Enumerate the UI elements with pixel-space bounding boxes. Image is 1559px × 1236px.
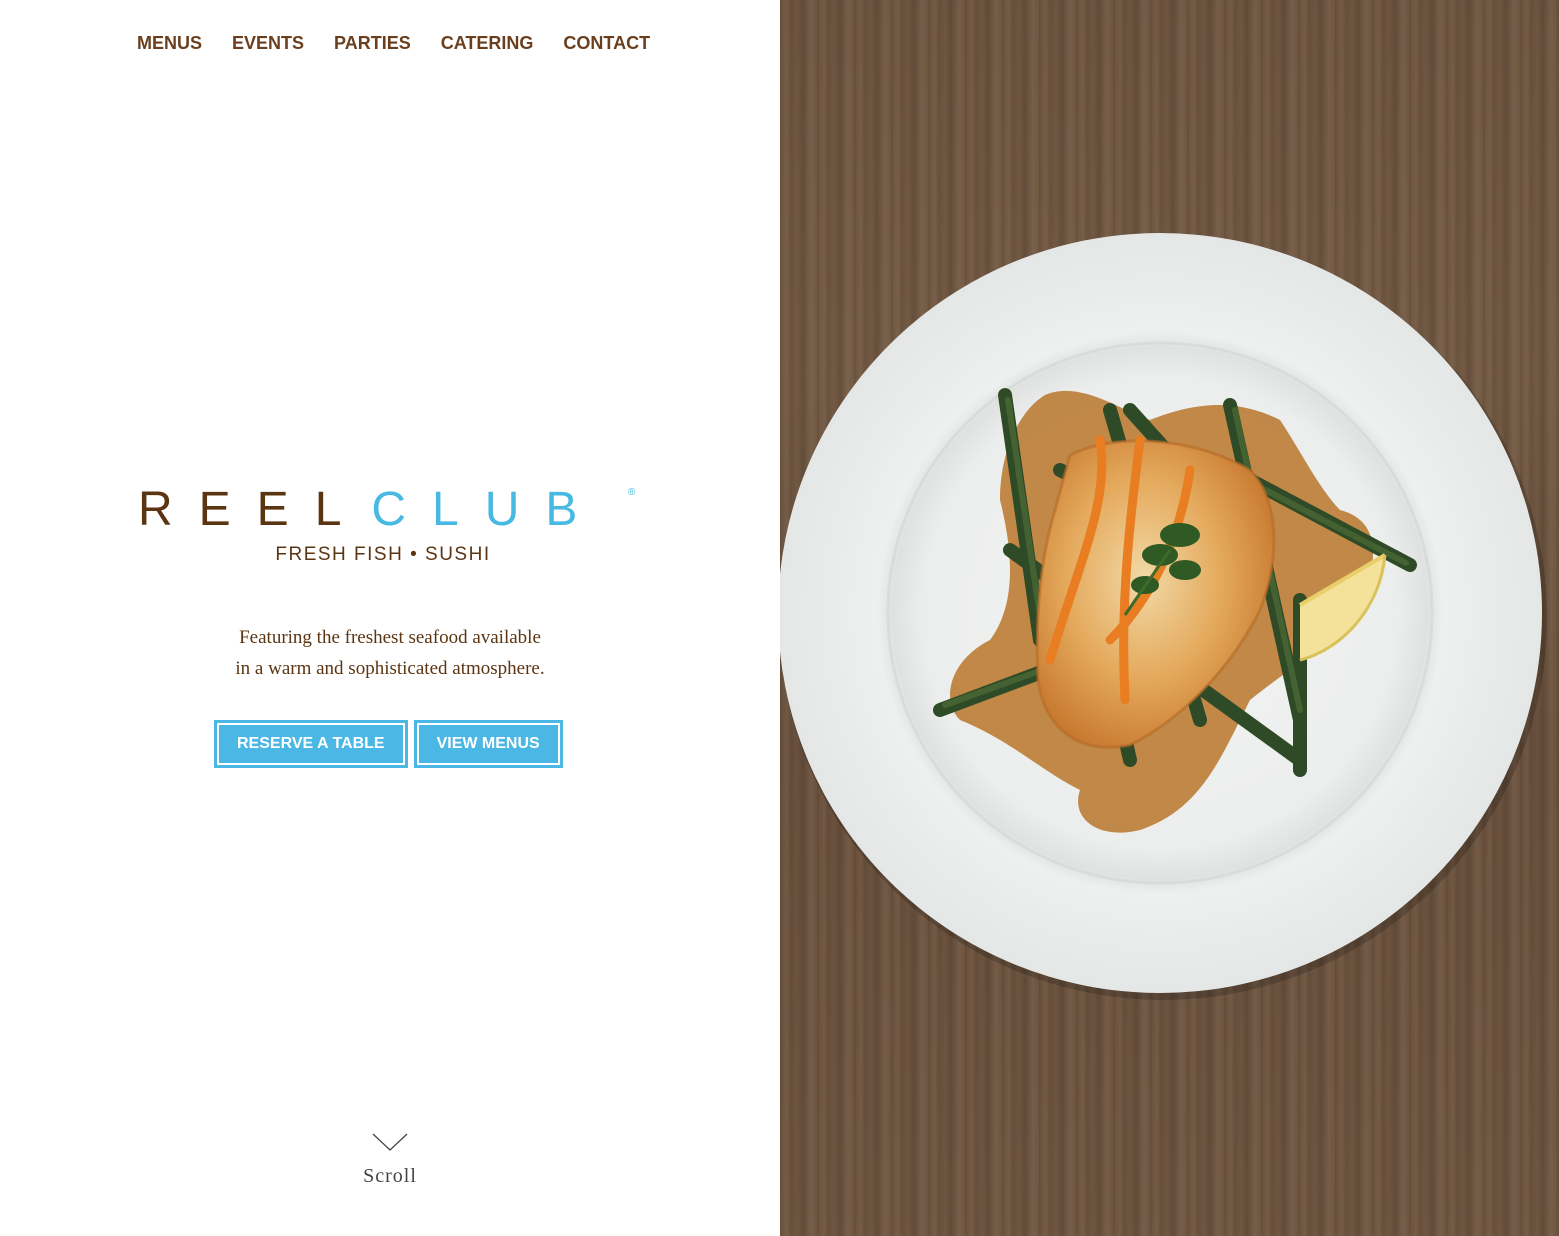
hero-photo — [780, 0, 1559, 1236]
page: MENUS EVENTS PARTIES CATERING CONTACT RE… — [0, 0, 1559, 1236]
nav-item-events[interactable]: EVENTS — [232, 33, 304, 54]
reserve-table-button[interactable]: RESERVE A TABLE — [214, 720, 408, 768]
nav-item-catering[interactable]: CATERING — [441, 33, 534, 54]
logo-tagline: FRESH FISH • SUSHI — [275, 544, 491, 565]
left-panel: MENUS EVENTS PARTIES CATERING CONTACT RE… — [0, 0, 780, 1236]
intro-line-2: in a warm and sophisticated atmosphere. — [235, 658, 545, 679]
logo-word-club: CLUB — [371, 483, 604, 536]
nav-item-parties[interactable]: PARTIES — [334, 33, 411, 54]
chevron-down-icon — [372, 1132, 408, 1157]
logo-word-reel: REEL — [138, 483, 368, 536]
intro-line-1: Featuring the freshest seafood available — [239, 627, 541, 648]
scroll-label: Scroll — [363, 1165, 417, 1187]
scroll-indicator[interactable]: Scroll — [0, 1132, 780, 1188]
nav-item-menus[interactable]: MENUS — [137, 33, 202, 54]
view-menus-button[interactable]: VIEW MENUS — [413, 720, 563, 768]
brand-logo[interactable]: REELCLUB ® FRESH FISH • SUSHI — [138, 486, 648, 566]
view-menus-label: VIEW MENUS — [416, 723, 560, 765]
logo-wordmark: REELCLUB ® — [138, 486, 648, 534]
cta-buttons: RESERVE A TABLE VIEW MENUS — [214, 720, 563, 768]
main-nav: MENUS EVENTS PARTIES CATERING CONTACT — [137, 33, 680, 54]
intro-text: Featuring the freshest seafood available… — [0, 622, 780, 684]
plated-fish-dish-image — [780, 233, 1547, 1000]
registered-mark: ® — [628, 487, 636, 498]
reserve-table-label: RESERVE A TABLE — [217, 723, 405, 765]
nav-item-contact[interactable]: CONTACT — [563, 33, 650, 54]
